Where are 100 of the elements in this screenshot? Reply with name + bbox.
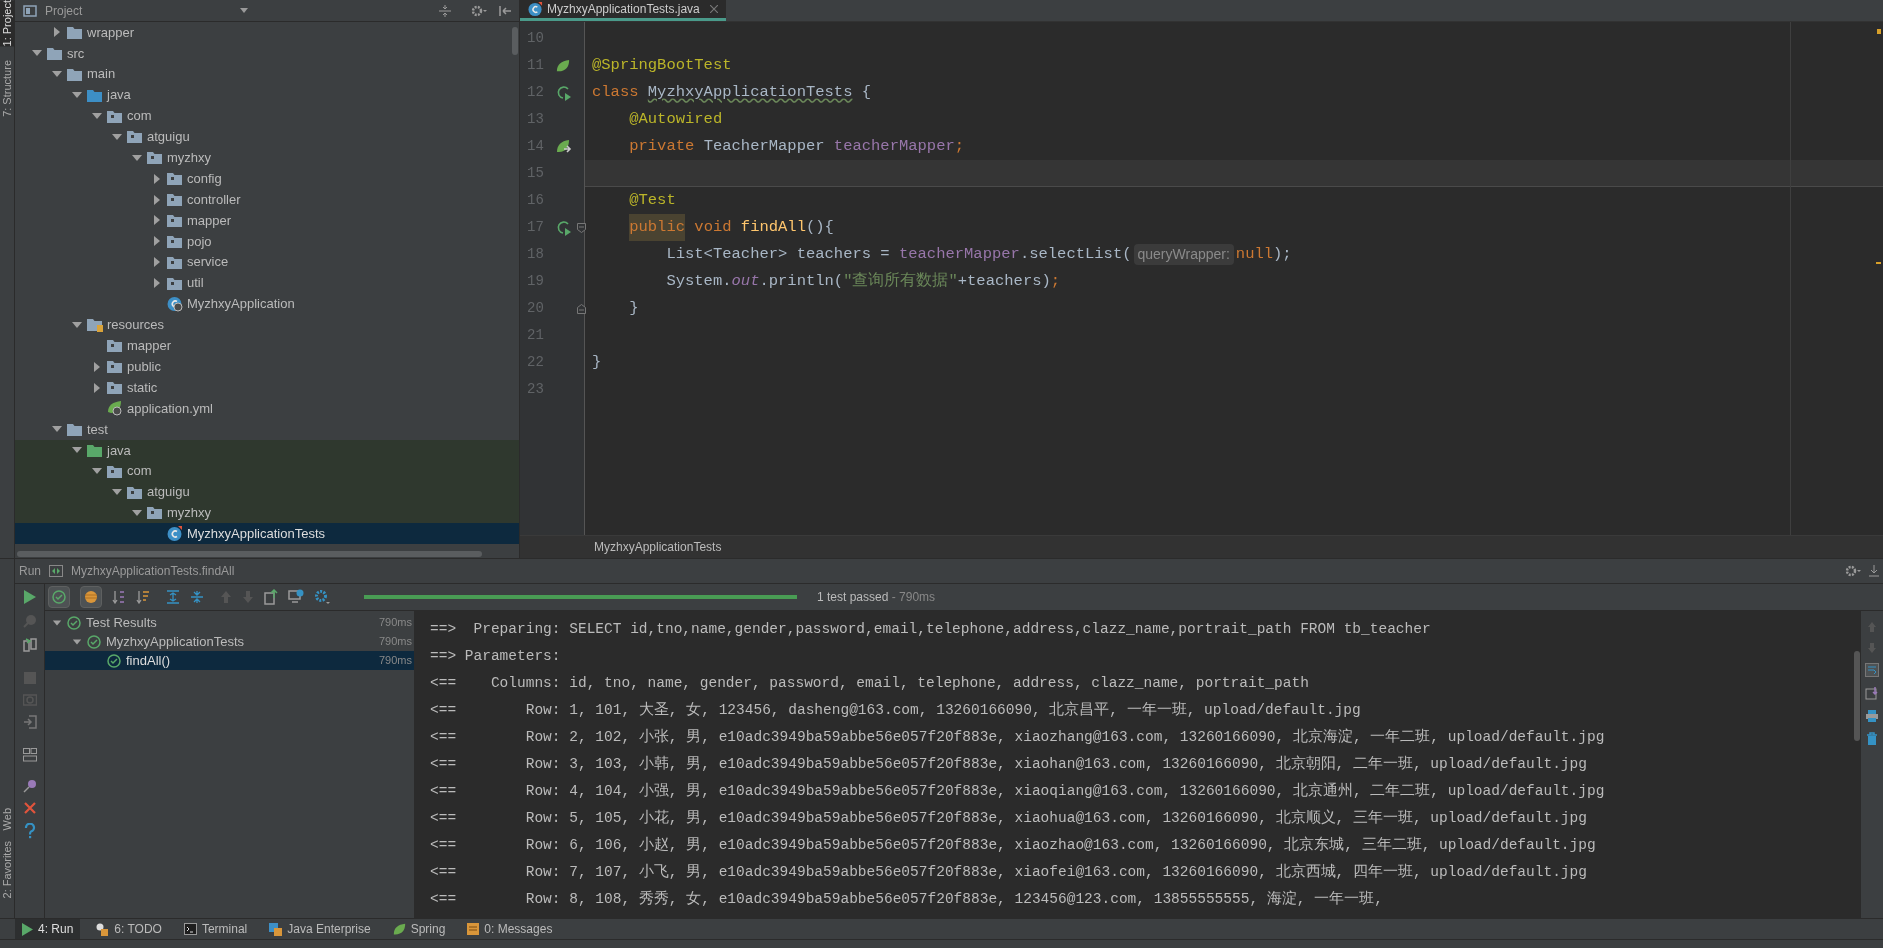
tool-window-tab[interactable]: 1: Project	[0, 0, 15, 47]
tree-item[interactable]: mapper	[15, 335, 519, 357]
close-icon[interactable]	[709, 5, 718, 13]
test-tree-item[interactable]: MyzhxyApplicationTests 790ms	[45, 632, 414, 651]
sort-by-duration-icon[interactable]	[136, 590, 150, 604]
tree-item[interactable]: service	[15, 251, 519, 273]
tree-item[interactable]: wrapper	[15, 22, 519, 43]
tree-item[interactable]: pojo	[15, 230, 519, 252]
tool-window-tab[interactable]: Terminal	[176, 918, 255, 940]
test-tree-item[interactable]: Test Results 790ms	[45, 613, 414, 632]
tree-item[interactable]: atguigu	[15, 481, 519, 503]
history-icon[interactable]	[288, 589, 304, 605]
folder-icon	[67, 24, 83, 40]
scrollbar-thumb[interactable]	[1854, 651, 1860, 741]
collapse-all-icon[interactable]	[439, 4, 451, 17]
tree-item[interactable]: static	[15, 377, 519, 399]
tree-item[interactable]: myzhxy	[15, 147, 519, 169]
run-icon[interactable]	[22, 589, 37, 605]
tree-item[interactable]: com	[15, 460, 519, 482]
tree-item[interactable]: myzhxy	[15, 502, 519, 524]
run-gutter-icon[interactable]	[556, 84, 572, 101]
tool-window-tab[interactable]: Java Enterprise	[262, 918, 378, 940]
exit-icon[interactable]	[22, 715, 37, 729]
run-gutter-icon[interactable]	[556, 219, 572, 236]
tree-item[interactable]: atguigu	[15, 126, 519, 148]
export-icon[interactable]	[264, 589, 278, 605]
tool-window-tab[interactable]: 0: Messages	[460, 918, 560, 940]
tree-item[interactable]: java	[15, 439, 519, 461]
layout-icon[interactable]	[22, 748, 37, 762]
tree-item[interactable]: mapper	[15, 210, 519, 231]
hide-panel-icon[interactable]	[499, 4, 511, 17]
settings-icon[interactable]	[471, 4, 487, 17]
sort-alphabetically-icon[interactable]	[112, 590, 126, 604]
tree-item[interactable]: java	[15, 84, 519, 106]
console-line: <== Row: 5, 105, 小花, 男, e10adc3949ba59abbe56e057f20f883e, xiaohua@163.com, 13260166090, 北京顺义, 三年一班, upload/default.jpg	[430, 808, 1588, 828]
scroll-to-end-icon[interactable]	[1865, 686, 1879, 700]
folder-icon	[107, 463, 123, 479]
tree-item[interactable]: main	[15, 63, 519, 85]
tree-item[interactable]: MyzhxyApplicationTests	[15, 523, 519, 545]
code-token: List<Teacher> teachers =	[665, 243, 891, 265]
print-icon[interactable]	[1865, 709, 1879, 723]
folder-icon	[87, 317, 103, 333]
passed-icon	[67, 615, 81, 630]
console-line: <== Columns: id, tno, name, gender, password, email, telephone, address, clazz_name, portrait_path	[430, 674, 1310, 693]
minimize-icon[interactable]	[1869, 565, 1879, 577]
trash-icon[interactable]	[1866, 732, 1878, 746]
tree-item[interactable]: public	[15, 356, 519, 378]
tool-window-tab[interactable]: 4: Run	[15, 918, 81, 940]
breadcrumb[interactable]: MyzhxyApplicationTests	[594, 538, 722, 556]
console-line: <== Row: 4, 104, 小强, 男, e10adc3949ba59abbe56e057f20f883e, xiaoqiang@163.com, 13260166090, 北京通州, 二年二班, upload/default.jpg	[430, 781, 1606, 801]
folder-icon	[87, 442, 103, 458]
fold-marker-icon[interactable]	[577, 303, 586, 314]
bean-gutter-icon[interactable]	[556, 138, 572, 155]
editor-tab[interactable]: MyzhxyApplicationTests.java	[520, 0, 726, 21]
tree-item[interactable]: util	[15, 272, 519, 294]
folder-icon	[67, 421, 83, 437]
show-ignored-toggle[interactable]	[80, 586, 102, 608]
tree-item[interactable]: src	[15, 42, 519, 64]
warning-marker[interactable]	[1877, 29, 1881, 34]
rerun-icon[interactable]	[22, 637, 37, 653]
show-passed-toggle[interactable]	[48, 586, 70, 608]
check-circle-icon	[52, 590, 66, 604]
folder-icon	[127, 129, 143, 145]
test-tree-item[interactable]: findAll() 790ms	[45, 651, 414, 670]
code-token: }	[592, 351, 602, 373]
help-icon[interactable]	[23, 823, 36, 839]
warning-marker[interactable]	[1876, 262, 1881, 264]
horizontal-scrollbar[interactable]	[17, 551, 482, 557]
tree-item[interactable]: application.yml	[15, 398, 519, 419]
folder-icon	[127, 484, 143, 500]
leaf-icon[interactable]	[556, 58, 570, 73]
tree-item[interactable]: controller	[15, 189, 519, 210]
collapse-all-icon[interactable]	[190, 590, 204, 604]
tool-window-tab[interactable]: 2: Favorites	[0, 840, 15, 898]
settings-icon[interactable]	[1845, 565, 1861, 577]
pin-icon[interactable]	[22, 779, 37, 793]
tree-item[interactable]: config	[15, 168, 519, 190]
tool-window-tab[interactable]: Web	[0, 808, 15, 831]
tree-item[interactable]: com	[15, 105, 519, 127]
settings-icon[interactable]	[314, 589, 330, 605]
leaf-icon	[107, 400, 123, 417]
dropdown-caret-icon[interactable]	[240, 8, 249, 13]
tool-window-tab[interactable]: 7: Structure	[0, 60, 15, 118]
close-icon[interactable]	[23, 802, 36, 814]
test-duration: 790ms	[378, 615, 412, 631]
class-icon	[167, 296, 183, 312]
fold-marker-icon[interactable]	[577, 222, 586, 233]
tool-window-tab[interactable]: Spring	[385, 918, 453, 940]
console-line: ==> Parameters:	[430, 647, 562, 666]
console-line: <== Row: 1, 101, 大圣, 女, 123456, dasheng@163.com, 13260166090, 北京昌平, 一年一班, upload/default.jpg	[430, 700, 1362, 720]
folder-icon	[107, 359, 123, 375]
project-view-icon	[23, 4, 37, 17]
tree-item[interactable]: MyzhxyApplication	[15, 293, 519, 315]
ignored-icon	[84, 590, 98, 604]
scrollbar-thumb[interactable]	[512, 27, 518, 55]
tool-window-tab[interactable]: 6: TODO	[88, 918, 169, 940]
tree-item[interactable]: test	[15, 418, 519, 440]
todo-icon	[95, 922, 110, 936]
tree-item[interactable]: resources	[15, 314, 519, 336]
expand-all-icon[interactable]	[166, 590, 180, 604]
